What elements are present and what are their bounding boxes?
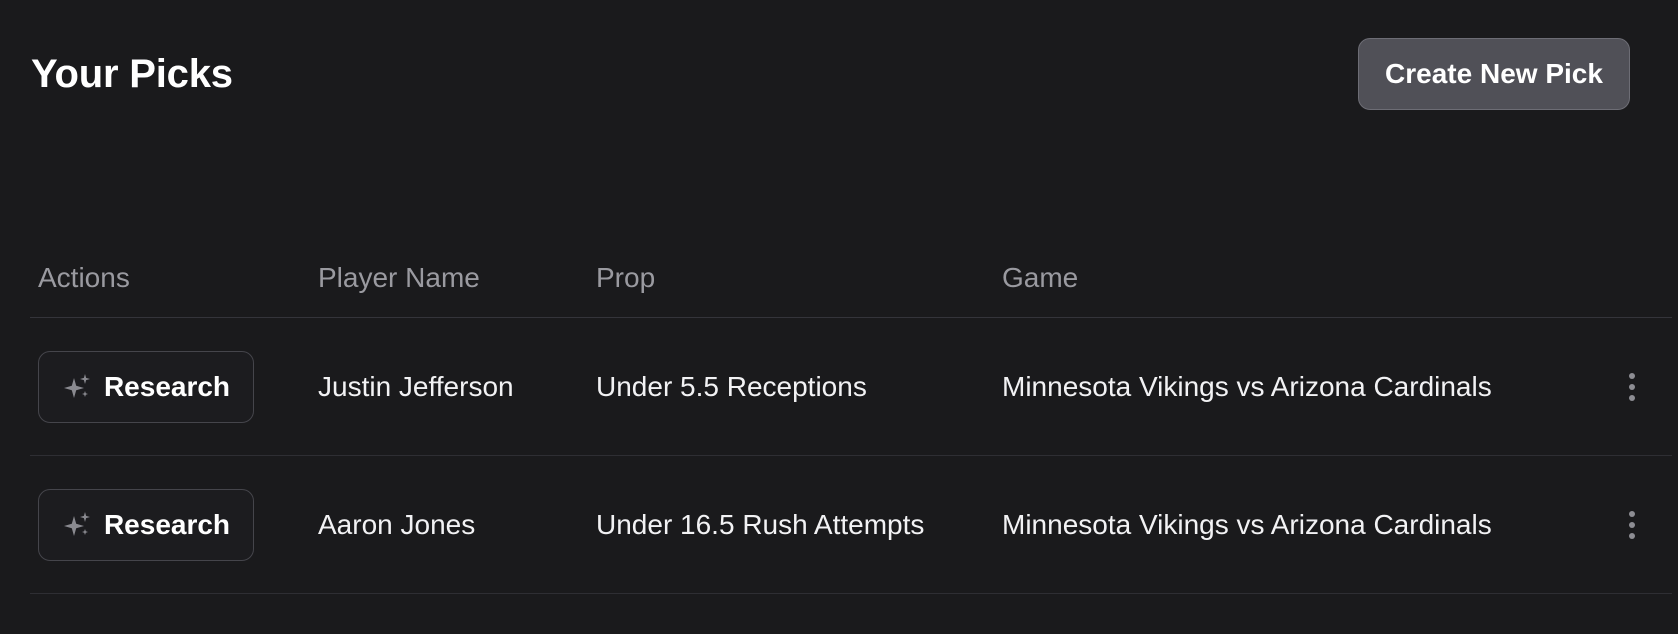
game-cell: Minnesota Vikings vs Arizona Cardinals	[1002, 508, 1492, 540]
table-row: Research Aaron Jones Under 16.5 Rush Att…	[30, 456, 1672, 594]
column-header-prop: Prop	[596, 262, 656, 293]
picks-table: Actions Player Name Prop Game Research J…	[30, 248, 1672, 594]
table-row: Research Justin Jefferson Under 5.5 Rece…	[30, 318, 1672, 456]
create-new-pick-button[interactable]: Create New Pick	[1358, 38, 1630, 110]
player-name-cell: Aaron Jones	[318, 508, 476, 540]
more-vertical-icon[interactable]	[1620, 507, 1644, 543]
research-button-label: Research	[103, 509, 231, 540]
sparkle-icon	[63, 512, 90, 536]
more-vertical-icon[interactable]	[1620, 369, 1644, 405]
game-cell: Minnesota Vikings vs Arizona Cardinals	[1002, 370, 1492, 402]
research-button[interactable]: Research	[38, 351, 254, 423]
column-header-game: Game	[1002, 262, 1079, 293]
column-header-player-name: Player Name	[318, 262, 480, 293]
column-header-actions: Actions	[38, 262, 130, 293]
prop-cell: Under 16.5 Rush Attempts	[596, 508, 925, 540]
sparkle-icon	[63, 374, 90, 398]
prop-cell: Under 5.5 Receptions	[596, 370, 867, 402]
picks-page: Your Picks Create New Pick Actions Playe…	[0, 0, 1678, 634]
player-name-cell: Justin Jefferson	[318, 370, 514, 402]
research-button-label: Research	[103, 371, 231, 402]
table-header: Actions Player Name Prop Game	[30, 248, 1672, 318]
page-title: Your Picks	[31, 52, 233, 96]
research-button[interactable]: Research	[38, 489, 254, 561]
